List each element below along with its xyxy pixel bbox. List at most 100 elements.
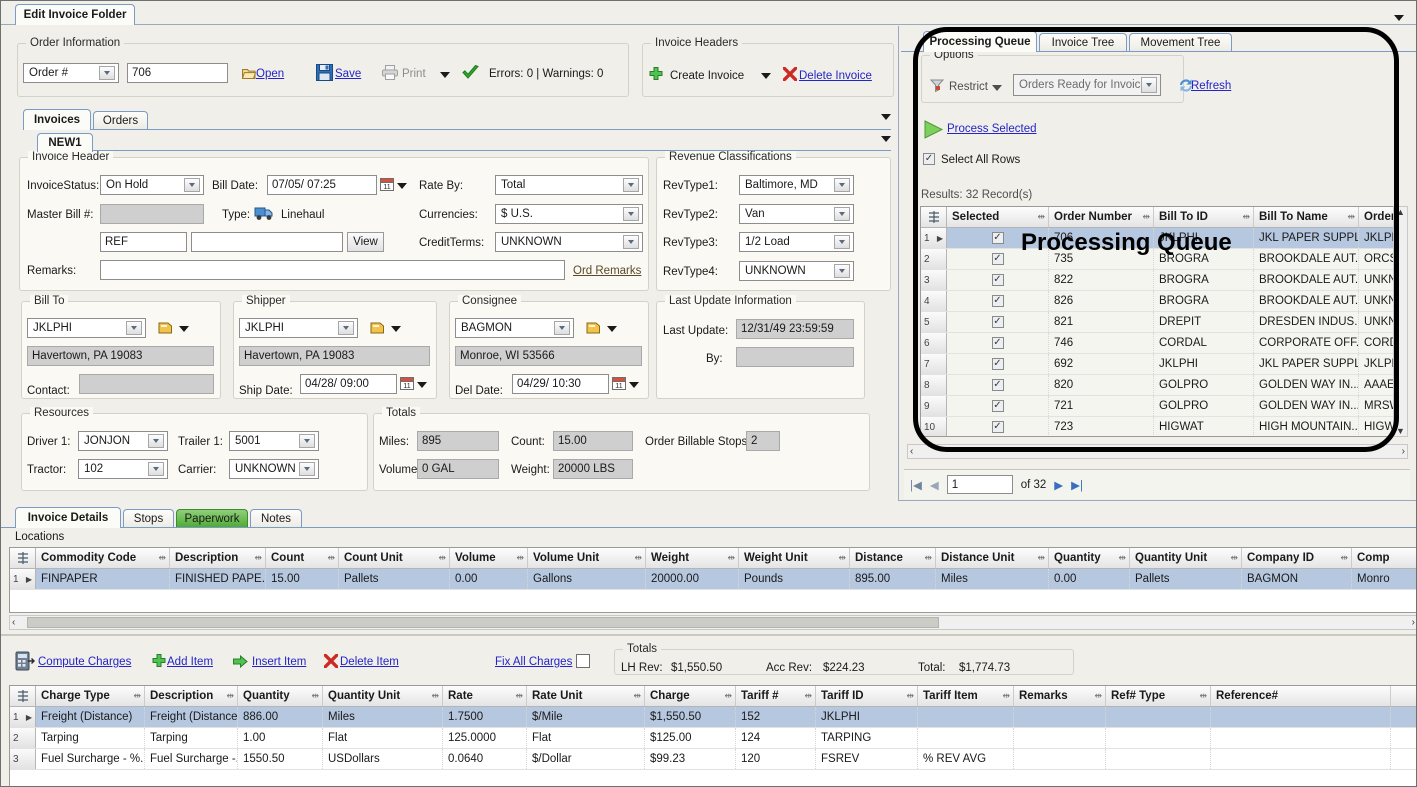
delete-item-button[interactable]: Delete Item	[340, 656, 399, 668]
col-resize-icon[interactable]: ⇹	[1037, 553, 1045, 564]
col-bill-to-id[interactable]: Bill To ID⇹	[1154, 207, 1254, 227]
col-resize-icon[interactable]: ⇹	[838, 553, 846, 564]
row-selected-checkbox[interactable]	[992, 232, 1004, 244]
col-volume-unit[interactable]: Volume Unit⇹	[528, 548, 646, 568]
row-header[interactable]: 2	[10, 728, 36, 748]
calendar-icon[interactable]: 11	[612, 376, 626, 390]
calendar-icon[interactable]: 11	[400, 376, 414, 390]
ship-date-input[interactable]: 04/28/ 09:00	[300, 374, 397, 394]
scroll-up-arrow-icon[interactable]: ▲	[1396, 207, 1405, 217]
chevron-down-icon[interactable]	[834, 178, 850, 192]
delete-x-icon[interactable]	[783, 67, 797, 81]
window-tab-edit-invoice-folder[interactable]: Edit Invoice Folder	[15, 4, 135, 25]
table-row[interactable]: 6746CORDALCORPORATE OFF...CORDAL	[921, 333, 1407, 354]
address-book-icon[interactable]	[158, 321, 173, 335]
scroll-down-arrow-icon[interactable]: ▼	[1396, 426, 1405, 436]
revtype1-select[interactable]: Baltimore, MD	[739, 175, 854, 195]
select-all-rows-checkbox[interactable]	[923, 153, 935, 165]
col-resize-icon[interactable]: ⇹	[1230, 553, 1238, 564]
col-charge-description[interactable]: Description⇹	[145, 686, 238, 706]
col-resize-icon[interactable]: ⇹	[311, 691, 319, 702]
restrict-chevron-down-icon[interactable]	[992, 85, 1002, 91]
locations-grid[interactable]: Commodity Code⇹ Description⇹ Count⇹ Coun…	[9, 547, 1417, 613]
shipper-select[interactable]: JKLPHI	[239, 318, 358, 338]
col-resize-icon[interactable]: ⇹	[1002, 691, 1010, 702]
col-rate[interactable]: Rate⇹	[443, 686, 527, 706]
col-bill-to-name[interactable]: Bill To Name⇹	[1254, 207, 1359, 227]
chevron-down-icon[interactable]	[184, 178, 200, 192]
row-selected-checkbox[interactable]	[992, 295, 1004, 307]
remarks-input[interactable]	[100, 260, 565, 280]
del-date-chevron-down-icon[interactable]	[629, 382, 639, 388]
next-page-icon[interactable]: ▶	[1054, 478, 1063, 492]
table-row[interactable]: 3Fuel Surcharge - %...Fuel Surcharge -..…	[10, 749, 1417, 770]
bill-date-chevron-down-icon[interactable]	[397, 183, 407, 189]
chevron-down-icon[interactable]	[623, 207, 639, 221]
table-row[interactable]: 1▶FINPAPERFINISHED PAPE...15.00Pallets0.…	[10, 569, 1417, 590]
filter-select[interactable]: Orders Ready for Invoic	[1013, 74, 1161, 96]
row-selected-checkbox[interactable]	[992, 358, 1004, 370]
ref-type-input[interactable]: REF	[100, 232, 187, 252]
master-bill-input[interactable]	[100, 204, 204, 224]
tabs-chevron-down-icon[interactable]	[881, 114, 891, 120]
last-page-icon[interactable]: ▶|	[1071, 478, 1083, 492]
del-date-input[interactable]: 04/29/ 10:30	[512, 374, 609, 394]
row-header[interactable]: 6	[921, 333, 947, 353]
scroll-left-arrow-icon[interactable]: ‹	[12, 617, 15, 628]
chevron-down-icon[interactable]	[99, 66, 115, 80]
col-resize-icon[interactable]: ⇹	[133, 691, 141, 702]
col-resize-icon[interactable]: ⇹	[1142, 212, 1150, 223]
col-resize-icon[interactable]: ⇹	[515, 691, 523, 702]
col-volume[interactable]: Volume⇹	[450, 548, 528, 568]
col-resize-icon[interactable]: ⇹	[254, 553, 262, 564]
address-book-icon[interactable]	[586, 321, 601, 335]
delete-invoice-button[interactable]: Delete Invoice	[799, 70, 872, 82]
table-row[interactable]: 4826BROGRABROOKDALE AUT...UNKNOW	[921, 291, 1407, 312]
col-resize-icon[interactable]: ⇹	[226, 691, 234, 702]
create-invoice-button[interactable]: Create Invoice	[670, 70, 744, 82]
row-selected-checkbox[interactable]	[992, 274, 1004, 286]
tab-paperwork[interactable]: Paperwork	[176, 509, 248, 528]
refresh-button[interactable]: Refresh	[1191, 80, 1231, 92]
table-row[interactable]: 9721GOLPROGOLDEN WAY IN...MRSWAR	[921, 396, 1407, 417]
chevron-down-icon[interactable]	[1394, 15, 1404, 21]
tab-orders[interactable]: Orders	[93, 111, 148, 130]
process-selected-button[interactable]: Process Selected	[947, 123, 1037, 135]
table-row[interactable]: 1▶Freight (Distance)Freight (Distance)88…	[10, 707, 1417, 728]
col-comp[interactable]: Comp	[1352, 548, 1417, 568]
consignee-select[interactable]: BAGMON	[455, 318, 574, 338]
col-resize-icon[interactable]: ⇹	[633, 691, 641, 702]
locations-column-chooser[interactable]	[10, 548, 36, 568]
scroll-left-arrow-icon[interactable]: ‹	[910, 446, 913, 457]
col-charge-quantity-unit[interactable]: Quantity Unit⇹	[323, 686, 443, 706]
revtype3-select[interactable]: 1/2 Load	[739, 232, 854, 252]
col-resize-icon[interactable]: ⇹	[634, 553, 642, 564]
row-selected-checkbox[interactable]	[992, 337, 1004, 349]
row-header[interactable]: 1▶	[10, 707, 36, 727]
chevron-down-icon[interactable]	[148, 462, 164, 476]
col-resize-icon[interactable]: ⇹	[327, 553, 335, 564]
col-selected[interactable]: Selected⇹	[947, 207, 1049, 227]
row-header[interactable]: 5	[921, 312, 947, 332]
validate-check-icon[interactable]	[462, 65, 479, 80]
col-distance[interactable]: Distance⇹	[850, 548, 936, 568]
scroll-right-arrow-icon[interactable]: ›	[1412, 617, 1415, 628]
col-charge[interactable]: Charge⇹	[645, 686, 736, 706]
scroll-right-arrow-icon[interactable]: ›	[1402, 446, 1405, 457]
chevron-down-icon[interactable]	[554, 321, 570, 335]
table-row[interactable]: 5821DREPITDRESDEN INDUS...UNKNOW	[921, 312, 1407, 333]
col-resize-icon[interactable]: ⇹	[431, 691, 439, 702]
col-weight-unit[interactable]: Weight Unit⇹	[739, 548, 850, 568]
delete-x-icon[interactable]	[324, 654, 338, 668]
plus-icon[interactable]	[649, 67, 663, 81]
col-resize-icon[interactable]: ⇹	[438, 553, 446, 564]
restrict-label[interactable]: Restrict	[949, 81, 988, 93]
processing-queue-vscrollbar[interactable]: ▲ ▼	[1393, 206, 1408, 437]
row-selected-checkbox[interactable]	[992, 421, 1004, 433]
row-header[interactable]: 10	[921, 417, 947, 437]
row-selected-checkbox[interactable]	[992, 316, 1004, 328]
col-tariff-id[interactable]: Tariff ID⇹	[816, 686, 918, 706]
play-triangle-icon[interactable]	[923, 120, 945, 139]
invoice-panel-chevron-down-icon[interactable]	[881, 136, 891, 142]
tab-movement-tree[interactable]: Movement Tree	[1129, 33, 1232, 52]
